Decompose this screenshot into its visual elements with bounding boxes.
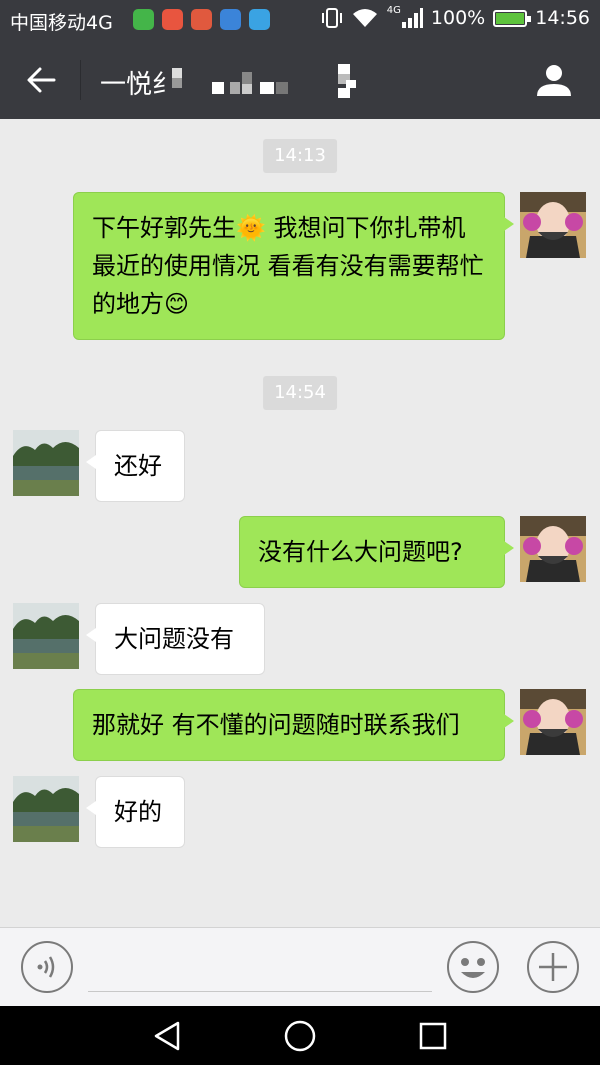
redacted-title-mosaic — [172, 64, 356, 98]
network-badge: 4G — [386, 4, 401, 16]
carrier-label: 中国移动4G — [10, 12, 113, 34]
weibo-icon — [191, 9, 212, 30]
back-triangle-icon[interactable] — [150, 1019, 184, 1053]
incoming-message[interactable]: 还好 — [86, 430, 185, 502]
battery-percent: 100% — [430, 7, 486, 29]
recents-square-icon[interactable] — [416, 1019, 450, 1053]
emoji-icon[interactable] — [446, 940, 500, 994]
outgoing-message[interactable]: 下午好郭先生🌞 我想问下你扎带机最近的使用情况 看看有没有需要帮忙的地方😊 — [73, 192, 514, 340]
header-divider — [80, 60, 81, 100]
contact-avatar[interactable] — [13, 776, 79, 842]
outgoing-message[interactable]: 没有什么大问题吧? — [239, 516, 514, 588]
status-indicators: 4G 100% 14:56 — [321, 4, 590, 29]
input-bar — [0, 927, 600, 1006]
arrow-left-icon[interactable] — [22, 60, 62, 100]
gallery-icon — [220, 9, 241, 30]
contact-avatar[interactable] — [13, 603, 79, 669]
outgoing-message[interactable]: 那就好 有不懂的问题随时联系我们 — [73, 689, 514, 761]
voice-icon[interactable] — [20, 940, 74, 994]
vibrate-icon — [321, 8, 342, 28]
chat-header: 一悦纟 — [0, 40, 600, 119]
mail-icon — [162, 9, 183, 30]
home-circle-icon[interactable] — [283, 1019, 317, 1053]
incoming-message[interactable]: 大问题没有 — [86, 603, 265, 675]
clock: 14:56 — [535, 7, 590, 29]
system-nav-bar — [0, 1006, 600, 1065]
my-avatar[interactable] — [520, 516, 586, 582]
plus-icon[interactable] — [526, 940, 580, 994]
person-icon[interactable] — [534, 60, 574, 100]
chat-title: 一悦纟 — [100, 70, 179, 100]
notification-icons — [133, 9, 270, 30]
timestamp: 14:13 — [263, 139, 337, 173]
message-list[interactable]: 14:13 下午好郭先生🌞 我想问下你扎带机最近的使用情况 看看有没有需要帮忙的地… — [0, 119, 600, 927]
my-avatar[interactable] — [520, 192, 586, 258]
battery-icon — [493, 9, 532, 27]
message-icon — [249, 9, 270, 30]
wifi-icon — [352, 9, 377, 27]
incoming-message[interactable]: 好的 — [86, 776, 185, 848]
status-bar: 中国移动4G 4G 100% 14:56 — [0, 0, 600, 40]
wechat-icon — [133, 9, 154, 30]
my-avatar[interactable] — [520, 689, 586, 755]
contact-avatar[interactable] — [13, 430, 79, 496]
signal-icon — [401, 8, 423, 28]
timestamp: 14:54 — [263, 376, 337, 410]
message-input[interactable] — [88, 942, 432, 992]
